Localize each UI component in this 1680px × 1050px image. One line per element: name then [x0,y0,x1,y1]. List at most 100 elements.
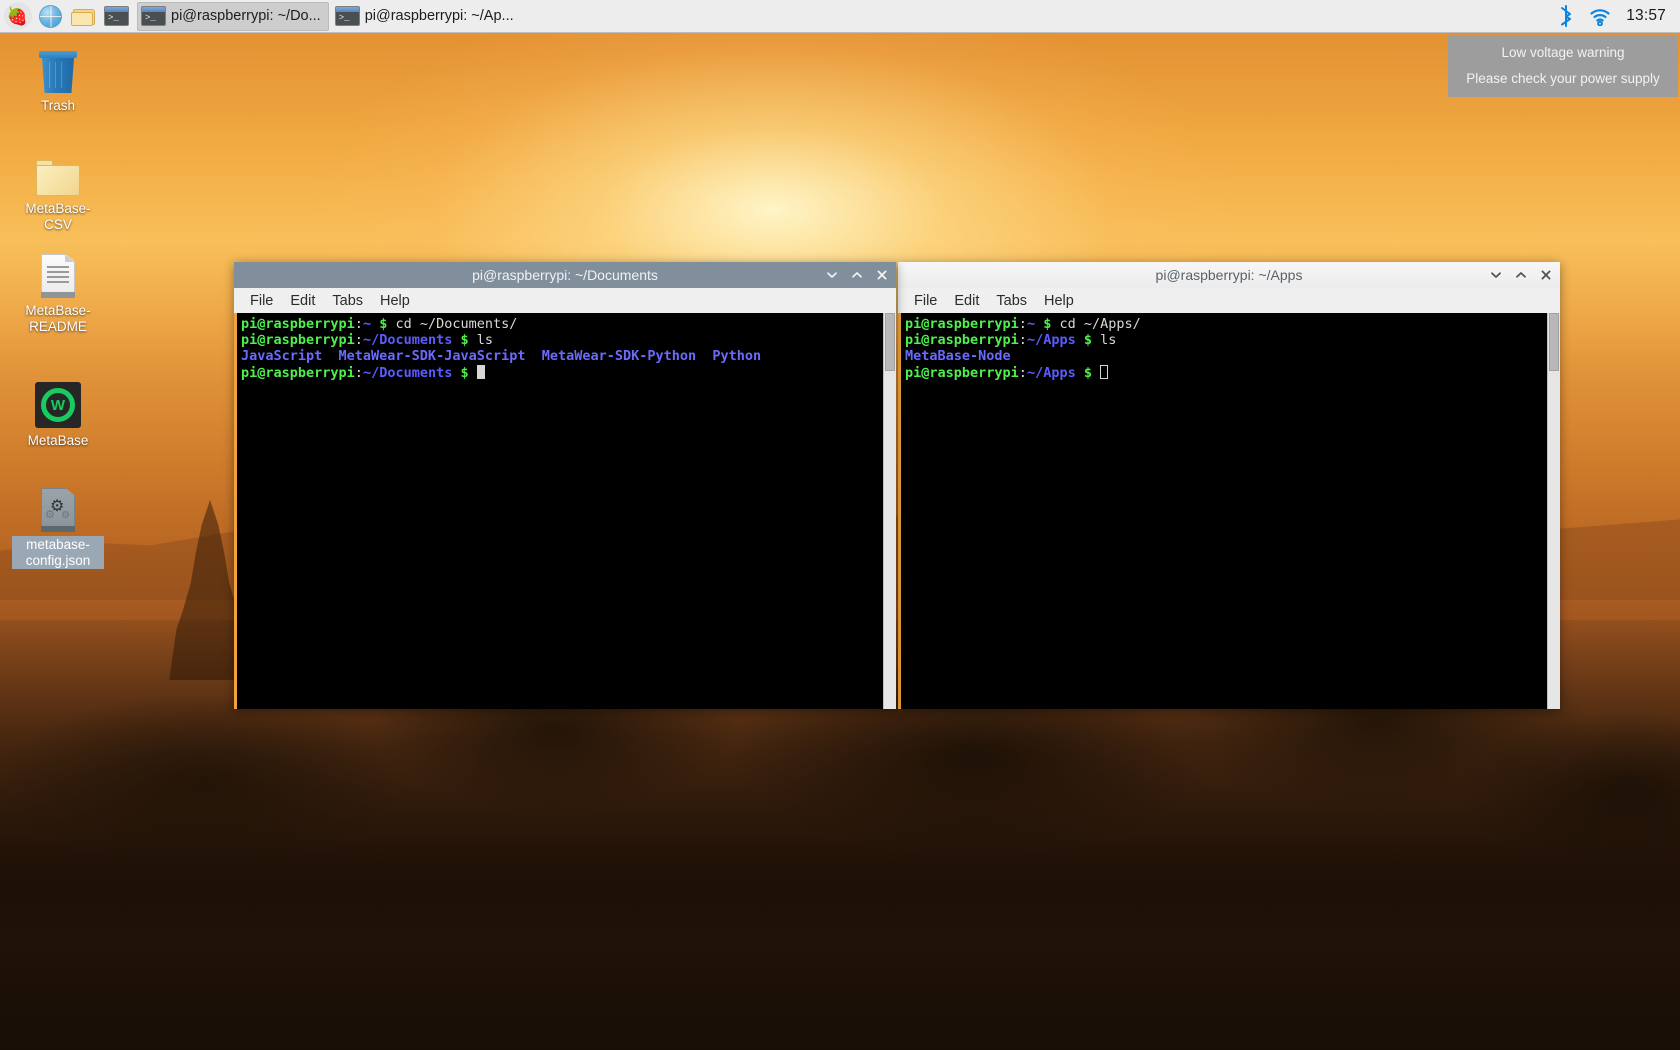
terminal-text: : [1018,332,1027,349]
terminal-text: $ [1083,364,1092,381]
taskbar: 🍓 >_ >_ pi@raspberrypi: ~/Do... >_ pi@ra… [0,0,1680,33]
terminal-text: ~/Apps [1026,364,1076,381]
window-title: pi@raspberrypi: ~/Documents [472,267,658,283]
terminal-window-apps[interactable]: pi@raspberrypi: ~/Apps File Edit Tabs He… [898,262,1560,709]
clock[interactable]: 13:57 [1626,7,1666,25]
wifi-icon[interactable] [1589,7,1611,27]
window-controls [1489,267,1553,283]
window-menubar: File Edit Tabs Help [898,288,1560,313]
folder-icon [34,148,82,196]
menu-item-tabs[interactable]: Tabs [989,291,1034,311]
notification-title: Low voltage warning [1501,45,1625,60]
menu-item-edit[interactable]: Edit [947,291,986,311]
terminal-scrollbar[interactable] [1547,313,1560,709]
terminal-text: : [1018,316,1027,332]
ground-foreground [0,870,1680,1050]
terminal-window-documents[interactable]: pi@raspberrypi: ~/Documents File Edit Ta… [234,262,896,709]
terminal-text: $ [460,332,469,349]
terminal-line: pi@raspberrypi:~/Apps $ [905,364,1543,381]
raspberry-icon: 🍓 [3,2,32,30]
desktop-icon-metabase-config[interactable]: ⚙ ⚙ ⚙ metabase-config.json [12,484,104,570]
terminal-line: pi@raspberrypi:~/Apps $ ls [905,332,1543,348]
terminal-line: MetaBase-Node [905,348,1543,364]
terminal-cursor [476,364,485,379]
menu-item-file[interactable]: File [907,291,944,311]
terminal-text: JavaScript MetaWear-SDK-JavaScript MetaW… [241,348,762,365]
terminal-area[interactable]: pi@raspberrypi:~ $ cd ~/Documents/pi@ras… [234,313,896,709]
metabase-app-icon [34,380,82,428]
desktop-icon-metabase-readme[interactable]: MetaBase-README [12,250,104,335]
terminal-text: pi@raspberrypi [905,332,1019,349]
desktop-icon-label: Trash [40,98,75,113]
globe-icon [39,4,62,28]
text-document-icon [34,250,82,298]
terminal-text: cd ~/Apps/ [1051,316,1141,332]
terminal-line: pi@raspberrypi:~ $ cd ~/Documents/ [241,316,879,332]
menu-item-tabs[interactable]: Tabs [325,291,370,311]
folder-icon [71,7,96,26]
terminal-output[interactable]: pi@raspberrypi:~ $ cd ~/Documents/pi@ras… [237,313,883,709]
terminal-icon: >_ [141,6,166,26]
terminal-text: $ [460,364,469,381]
terminal-scrollbar[interactable] [883,313,896,709]
system-tray: 13:57 [1558,5,1680,27]
window-titlebar[interactable]: pi@raspberrypi: ~/Apps [898,262,1560,288]
low-voltage-notification[interactable]: Low voltage warning Please check your po… [1448,36,1678,98]
taskbar-window-label: pi@raspberrypi: ~/Do... [171,8,321,24]
close-icon[interactable] [1539,267,1553,283]
menu-item-help[interactable]: Help [1037,291,1081,311]
desktop-icon-metabase-app[interactable]: MetaBase [12,380,104,450]
taskbar-window-documents[interactable]: >_ pi@raspberrypi: ~/Do... [137,1,329,31]
terminal-launcher-button[interactable]: >_ [101,1,132,32]
terminal-text: pi@raspberrypi [241,332,355,349]
trash-icon [34,45,82,93]
close-icon[interactable] [875,267,889,283]
bluetooth-icon[interactable] [1558,5,1574,27]
chevron-up-icon[interactable] [850,267,864,283]
chevron-down-icon[interactable] [1489,267,1503,283]
config-file-icon: ⚙ ⚙ ⚙ [34,484,82,532]
scrollbar-thumb[interactable] [885,313,895,371]
raspberry-menu-button[interactable]: 🍓 [2,1,33,32]
terminal-text: ~/Documents [362,332,453,349]
window-title: pi@raspberrypi: ~/Apps [1155,267,1303,283]
terminal-text: MetaBase-Node [905,348,1011,365]
terminal-line: pi@raspberrypi:~/Documents $ [241,364,879,381]
terminal-text: ls [1092,332,1117,349]
terminal-area[interactable]: pi@raspberrypi:~ $ cd ~/Apps/pi@raspberr… [898,313,1560,709]
desktop-icon-label: MetaBase [27,433,89,448]
window-menubar: File Edit Tabs Help [234,288,896,313]
chevron-down-icon[interactable] [825,267,839,283]
window-titlebar[interactable]: pi@raspberrypi: ~/Documents [234,262,896,288]
window-controls [825,267,889,283]
taskbar-window-label: pi@raspberrypi: ~/Ap... [364,8,514,24]
menu-item-file[interactable]: File [243,291,280,311]
desktop-icon-trash[interactable]: Trash [12,45,104,115]
terminal-text: pi@raspberrypi [241,364,355,381]
terminal-cursor [1100,364,1109,379]
file-manager-button[interactable] [68,1,99,32]
terminal-line: pi@raspberrypi:~ $ cd ~/Apps/ [905,316,1543,332]
taskbar-window-apps[interactable]: >_ pi@raspberrypi: ~/Ap... [331,2,522,31]
terminal-icon: >_ [104,6,129,26]
terminal-text: ~ [1026,316,1036,332]
chevron-up-icon[interactable] [1514,267,1528,283]
terminal-text: pi@raspberrypi [241,316,355,332]
terminal-text: ls [468,332,494,349]
terminal-text: ~/Apps [1026,332,1076,349]
terminal-text: ~ [362,316,372,332]
desktop-icon-metabase-csv[interactable]: MetaBase-CSV [12,148,104,233]
menu-item-help[interactable]: Help [373,291,417,311]
scrollbar-thumb[interactable] [1549,313,1559,371]
terminal-text: $ [1083,332,1092,349]
web-browser-button[interactable] [35,1,66,32]
terminal-text: cd ~/Documents/ [387,316,518,332]
menu-item-edit[interactable]: Edit [283,291,322,311]
terminal-output[interactable]: pi@raspberrypi:~ $ cd ~/Apps/pi@raspberr… [901,313,1547,709]
